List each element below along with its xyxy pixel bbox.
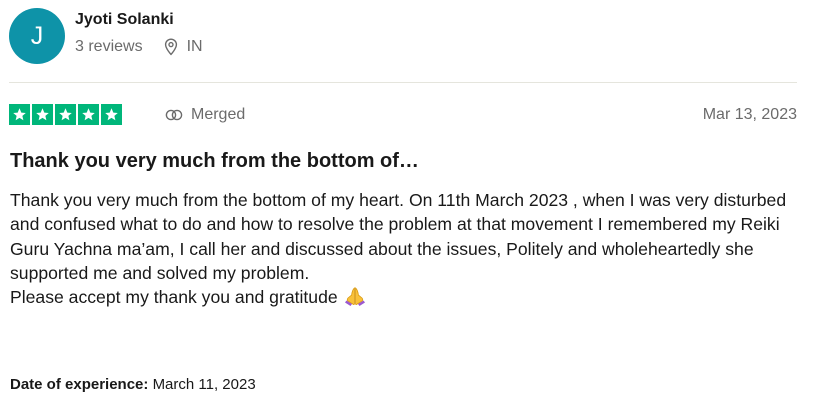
location-pin-icon <box>164 38 177 56</box>
star-icon <box>32 104 53 125</box>
star-icon <box>78 104 99 125</box>
experience-date: March 11, 2023 <box>152 376 256 393</box>
reviewer-country: IN <box>186 38 203 55</box>
merged-rings-icon <box>165 109 183 121</box>
divider <box>9 82 797 83</box>
review-closing-text: Please accept my thank you and gratitude <box>10 287 338 308</box>
date-of-experience: Date of experience: March 11, 2023 <box>10 376 256 393</box>
avatar-initial: J <box>30 21 44 50</box>
review-date: Mar 13, 2023 <box>702 106 797 123</box>
reviewer-meta: 3 reviews IN <box>75 38 203 56</box>
merged-label: Merged <box>191 106 246 123</box>
star-icon <box>55 104 76 125</box>
experience-label: Date of experience: <box>10 376 149 393</box>
star-icon <box>101 104 122 125</box>
review-card: J Jyoti Solanki 3 reviews IN Merged Mar … <box>0 0 822 400</box>
review-title[interactable]: Thank you very much from the bottom of… <box>10 150 419 173</box>
star-rating <box>9 104 122 125</box>
review-text-closing: Please accept my thank you and gratitude <box>10 285 810 309</box>
merged-badge[interactable]: Merged <box>165 106 245 124</box>
star-icon <box>9 104 30 125</box>
review-text: Thank you very much from the bottom of m… <box>10 190 787 283</box>
review-body: Thank you very much from the bottom of m… <box>10 188 810 309</box>
reviewer-name[interactable]: Jyoti Solanki <box>75 11 174 29</box>
folded-hands-icon <box>344 287 365 307</box>
avatar[interactable]: J <box>9 8 65 64</box>
reviews-count: 3 reviews <box>75 38 143 55</box>
